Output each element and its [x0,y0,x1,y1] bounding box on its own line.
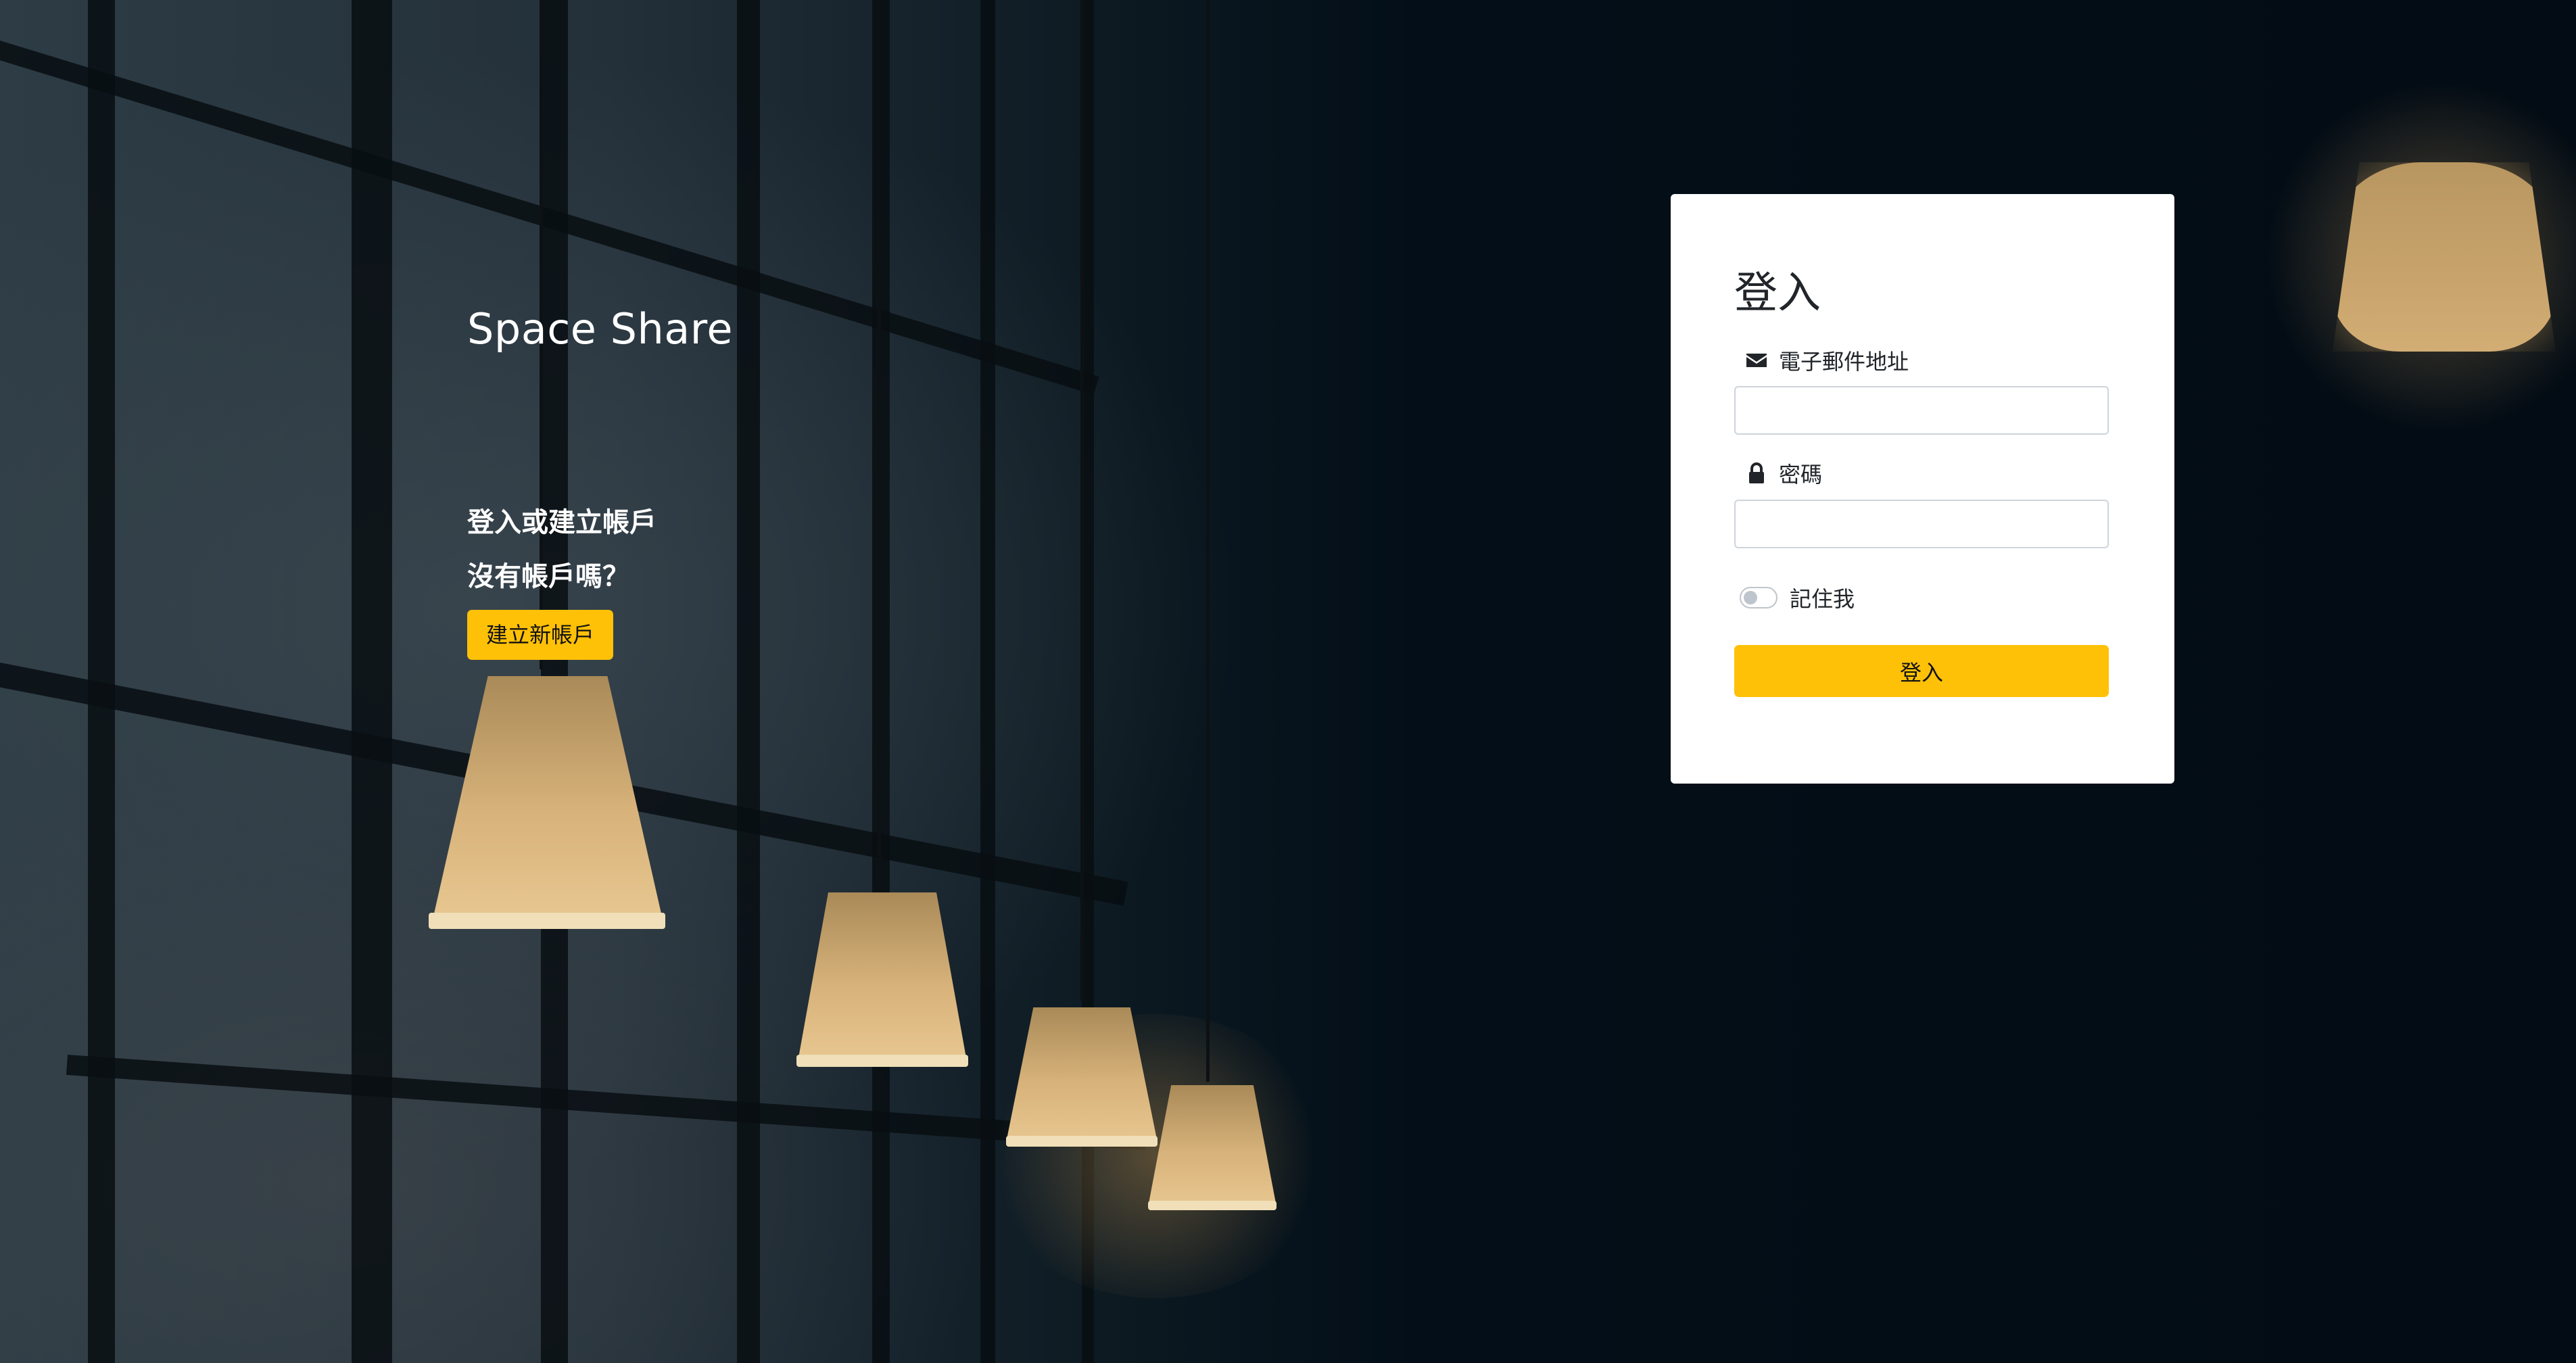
email-field[interactable] [1734,386,2109,435]
toggle-knob [1744,591,1757,604]
envelope-icon [1745,350,1768,371]
brand-name: Space Share [467,304,734,354]
create-account-button[interactable]: 建立新帳戶 [467,610,614,660]
remember-me-toggle[interactable] [1740,587,1778,608]
login-button[interactable]: 登入 [1734,645,2109,697]
background-image [0,0,2576,1363]
remember-me-label: 記住我 [1790,586,1855,612]
lock-icon [1745,462,1768,484]
login-card: 登入 電子郵件地址 密碼 記住我 登入 [1671,194,2174,784]
password-label-row: 密碼 [1745,458,1822,489]
no-account-text: 沒有帳戶嗎？ [467,561,629,592]
email-label-row: 電子郵件地址 [1745,345,1909,376]
login-title: 登入 [1734,268,1821,318]
hero-tagline: 登入或建立帳戶 [467,507,657,538]
email-label: 電子郵件地址 [1779,349,1909,375]
password-field[interactable] [1734,500,2109,548]
password-label: 密碼 [1779,462,1823,487]
remember-me-row: 記住我 [1740,582,1855,613]
